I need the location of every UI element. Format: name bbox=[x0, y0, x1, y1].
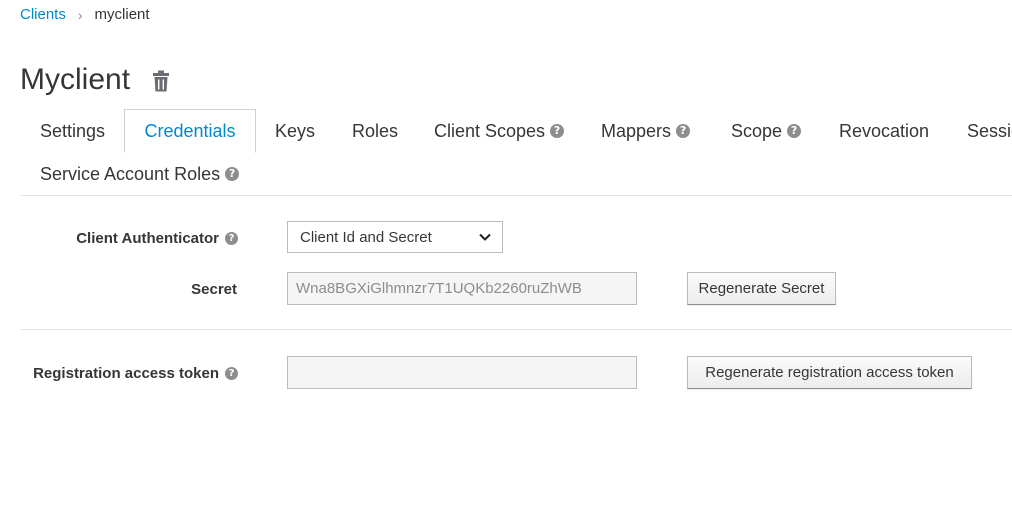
tab-label: Scope bbox=[731, 120, 783, 141]
client-authenticator-select[interactable]: Client Id and Secret bbox=[287, 221, 503, 253]
tab-label: Service Account Roles bbox=[40, 163, 221, 184]
breadcrumb-separator-icon: › bbox=[77, 6, 83, 23]
tab-label: Revocation bbox=[839, 120, 930, 141]
help-icon[interactable]: ? bbox=[676, 124, 691, 138]
registration-token-label: Registration access token ? bbox=[20, 363, 238, 383]
tab-revocation[interactable]: Revocation bbox=[839, 118, 929, 144]
tab-mappers[interactable]: Mappers ? bbox=[601, 118, 691, 144]
tab-label: Mappers bbox=[601, 120, 672, 141]
secret-label-text: Secret bbox=[191, 280, 237, 298]
tab-settings[interactable]: Settings bbox=[40, 118, 105, 144]
tab-sessions[interactable]: Sessio bbox=[967, 118, 1012, 144]
tab-label: Settings bbox=[40, 120, 106, 141]
secret-label: Secret bbox=[20, 279, 237, 299]
breadcrumb-clients-link[interactable]: Clients bbox=[20, 6, 66, 23]
chevron-down-icon bbox=[478, 230, 492, 248]
help-icon[interactable]: ? bbox=[787, 124, 802, 138]
breadcrumb: Clients › myclient bbox=[20, 6, 150, 23]
tab-credentials[interactable]: Credentials bbox=[124, 109, 256, 153]
registration-token-label-text: Registration access token bbox=[33, 364, 219, 382]
tab-keys[interactable]: Keys bbox=[275, 118, 315, 144]
trash-icon[interactable] bbox=[150, 70, 172, 92]
tab-service-account-roles[interactable]: Service Account Roles ? bbox=[40, 161, 240, 187]
tab-label: Roles bbox=[352, 120, 399, 141]
tab-client-scopes[interactable]: Client Scopes ? bbox=[434, 118, 565, 144]
form-divider bbox=[20, 329, 1012, 330]
secret-value: Wna8BGXiGlhmnzr7T1UQKb2260ruZhWB bbox=[296, 280, 582, 297]
client-authenticator-value: Client Id and Secret bbox=[300, 228, 432, 246]
help-icon[interactable]: ? bbox=[225, 231, 238, 245]
regenerate-secret-button[interactable]: Regenerate Secret bbox=[687, 272, 836, 305]
client-authenticator-label: Client Authenticator ? bbox=[20, 228, 238, 248]
tab-label: Credentials bbox=[144, 120, 236, 141]
page-title: Myclient bbox=[20, 63, 131, 96]
regenerate-secret-label: Regenerate Secret bbox=[698, 280, 825, 297]
secret-field[interactable]: Wna8BGXiGlhmnzr7T1UQKb2260ruZhWB bbox=[287, 272, 637, 305]
help-icon[interactable]: ? bbox=[225, 167, 240, 181]
tab-label: Client Scopes bbox=[434, 120, 546, 141]
client-authenticator-label-text: Client Authenticator bbox=[76, 229, 219, 247]
breadcrumb-current: myclient bbox=[94, 6, 150, 23]
tab-roles[interactable]: Roles bbox=[352, 118, 398, 144]
regenerate-registration-token-button[interactable]: Regenerate registration access token bbox=[687, 356, 972, 389]
registration-token-field[interactable] bbox=[287, 356, 637, 389]
help-icon[interactable]: ? bbox=[225, 366, 238, 380]
regenerate-registration-token-label: Regenerate registration access token bbox=[705, 364, 954, 381]
tab-scope[interactable]: Scope ? bbox=[731, 118, 802, 144]
help-icon[interactable]: ? bbox=[550, 124, 565, 138]
tab-label: Sessio bbox=[967, 120, 1012, 141]
tab-label: Keys bbox=[275, 120, 316, 141]
tabs-divider bbox=[20, 195, 1012, 196]
